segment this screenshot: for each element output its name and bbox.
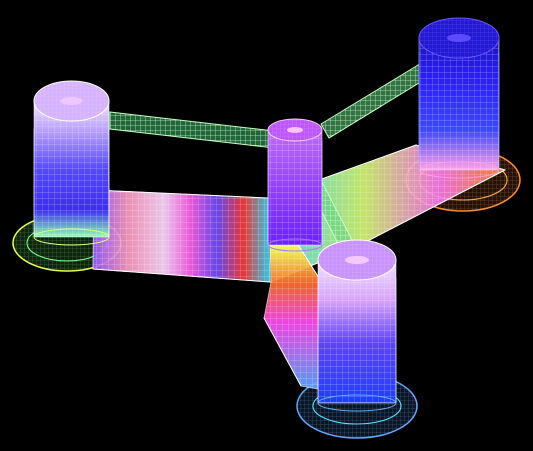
center-column [267, 118, 323, 252]
render-viewport [0, 0, 533, 451]
front-column [317, 239, 397, 412]
left-pontoon [92, 189, 271, 283]
semisubmersible-wireframe-model [0, 0, 533, 451]
left-column [33, 80, 110, 246]
right-column [418, 17, 500, 179]
